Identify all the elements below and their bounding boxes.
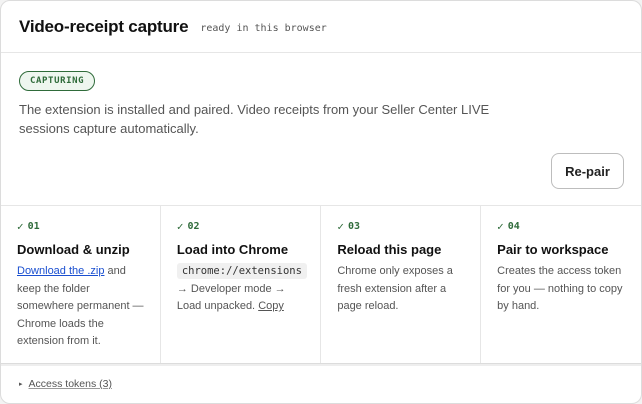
card-header: Video-receipt capture ready in this brow… — [1, 1, 641, 53]
page-title: Video-receipt capture — [19, 16, 189, 36]
step-body: Download the .zip and keep the folder so… — [17, 263, 146, 351]
step-reload: ✓ 03 Reload this page Chrome only expose… — [321, 206, 482, 363]
step-load-chrome: ✓ 02 Load into Chrome chrome://extension… — [161, 206, 322, 363]
extensions-url-code: chrome://extensions — [176, 263, 307, 279]
disclosure-arrow-icon: ▸ — [19, 381, 23, 388]
step-number: ✓ 02 — [177, 220, 307, 233]
copy-link[interactable]: Copy — [258, 300, 284, 312]
download-zip-link[interactable]: Download the .zip — [17, 265, 104, 277]
re-pair-button[interactable]: Re-pair — [551, 153, 624, 189]
step-body-text: and keep the folder somewhere permanent … — [17, 265, 144, 347]
check-icon: ✓ — [17, 220, 24, 233]
step-title: Reload this page — [337, 242, 442, 257]
step-number-label: 01 — [27, 221, 40, 232]
check-icon: ✓ — [337, 220, 344, 233]
check-icon: ✓ — [497, 220, 504, 233]
step-pair: ✓ 04 Pair to workspace Creates the acces… — [481, 206, 641, 363]
step-number: ✓ 01 — [17, 220, 146, 233]
step-number-label: 03 — [347, 221, 360, 232]
step-title: Pair to workspace — [497, 242, 609, 257]
access-tokens-toggle[interactable]: ▸ Access tokens (3) — [1, 364, 641, 403]
setup-steps: ✓ 01 Download & unzip Download the .zip … — [1, 206, 641, 364]
step-body: Chrome only exposes a fresh extension af… — [337, 265, 453, 312]
status-text: The extension is installed and paired. V… — [19, 102, 490, 136]
step-number-label: 04 — [507, 221, 520, 232]
step-body: Creates the access token for you — nothi… — [497, 265, 623, 312]
step-number: ✓ 04 — [497, 220, 627, 233]
step-download: ✓ 01 Download & unzip Download the .zip … — [1, 206, 161, 363]
check-icon: ✓ — [176, 220, 184, 233]
step-body: chrome://extensions → Developer mode → L… — [176, 263, 307, 316]
status-section: CAPTURING The extension is installed and… — [1, 53, 641, 206]
capture-card: Video-receipt capture ready in this brow… — [0, 0, 642, 404]
access-tokens-label[interactable]: Access tokens (3) — [29, 378, 112, 390]
status-badge: CAPTURING — [19, 71, 96, 91]
step-title: Download & unzip — [17, 242, 130, 257]
step-number-label: 02 — [187, 221, 200, 232]
step-title: Load into Chrome — [176, 242, 289, 257]
status-subtitle: ready in this browser — [200, 22, 327, 34]
step-number: ✓ 03 — [337, 220, 466, 233]
